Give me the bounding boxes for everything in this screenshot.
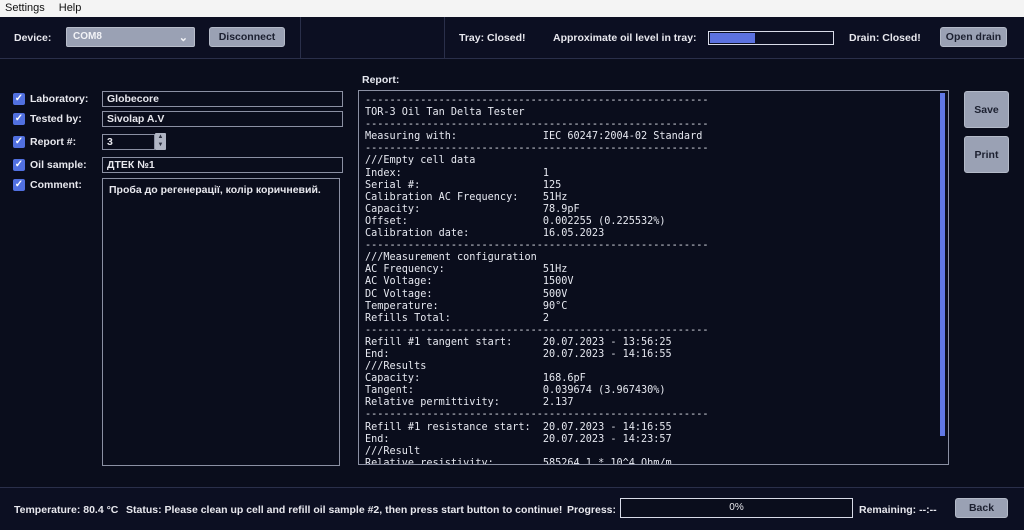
device-select-value: COM8 xyxy=(73,31,102,42)
tested-by-row: ✓ Tested by: xyxy=(13,111,82,127)
progress-bar: 0% xyxy=(620,498,853,518)
drain-status: Drain: Closed! xyxy=(849,32,921,44)
report-number-row: ✓ Report #: xyxy=(13,134,76,150)
oil-sample-field[interactable]: ДТЕК №1 xyxy=(102,157,343,173)
laboratory-checkbox[interactable]: ✓ xyxy=(13,93,25,105)
oil-sample-label: Oil sample: xyxy=(30,159,87,171)
oil-sample-row: ✓ Oil sample: xyxy=(13,157,87,173)
report-panel[interactable]: ----------------------------------------… xyxy=(358,90,949,465)
report-text: ----------------------------------------… xyxy=(365,95,709,465)
menu-settings[interactable]: Settings xyxy=(5,0,45,17)
oil-level-fill xyxy=(710,33,755,43)
comment-checkbox[interactable]: ✓ xyxy=(13,179,25,191)
stepper-down-icon[interactable]: ▼ xyxy=(155,141,166,149)
laboratory-row: ✓ Laboratory: xyxy=(13,91,88,107)
laboratory-field[interactable]: Globecore xyxy=(102,91,343,107)
remaining-time: Remaining: --:-- xyxy=(859,504,937,516)
open-drain-button[interactable]: Open drain xyxy=(940,27,1007,47)
stepper-up-icon[interactable]: ▲ xyxy=(155,133,166,141)
oil-sample-checkbox[interactable]: ✓ xyxy=(13,159,25,171)
tested-by-label: Tested by: xyxy=(30,113,82,125)
device-label: Device: xyxy=(14,32,52,44)
laboratory-label: Laboratory: xyxy=(30,93,89,105)
oil-level-label: Approximate oil level in tray: xyxy=(553,32,697,44)
chevron-down-icon: ⌄ xyxy=(178,32,188,44)
tested-by-field[interactable]: Sivolap A.V xyxy=(102,111,343,127)
print-button[interactable]: Print xyxy=(964,136,1009,173)
menu-bar: Settings Help xyxy=(0,0,1024,17)
tray-status: Tray: Closed! xyxy=(459,32,526,44)
report-scrollbar[interactable] xyxy=(940,93,945,436)
comment-label: Comment: xyxy=(30,179,82,191)
save-button[interactable]: Save xyxy=(964,91,1009,128)
report-number-field[interactable]: 3 xyxy=(102,134,155,150)
temperature-readout: Temperature: 80.4 °C xyxy=(14,504,119,516)
device-select[interactable]: COM8 ⌄ xyxy=(66,27,195,47)
report-number-label: Report #: xyxy=(30,136,77,148)
report-title: Report: xyxy=(362,74,400,86)
oil-level-bar xyxy=(708,31,834,45)
disconnect-button[interactable]: Disconnect xyxy=(209,27,285,47)
comment-row: ✓ Comment: xyxy=(13,177,82,193)
device-toolbar: Device: COM8 ⌄ Disconnect Tray: Closed! … xyxy=(0,17,1024,59)
back-button[interactable]: Back xyxy=(955,498,1008,518)
status-text: Status: Please clean up cell and refill … xyxy=(126,504,563,516)
report-number-stepper[interactable]: ▲ ▼ xyxy=(155,133,166,150)
menu-help[interactable]: Help xyxy=(59,0,82,17)
toolbar-divider xyxy=(300,17,301,59)
tested-by-checkbox[interactable]: ✓ xyxy=(13,113,25,125)
report-number-checkbox[interactable]: ✓ xyxy=(13,136,25,148)
comment-textarea[interactable]: Проба до регенерації, колір коричневий. xyxy=(102,178,340,466)
status-bar: Temperature: 80.4 °C Status: Please clea… xyxy=(0,487,1024,530)
toolbar-divider xyxy=(444,17,445,59)
progress-label: Progress: xyxy=(567,504,617,516)
